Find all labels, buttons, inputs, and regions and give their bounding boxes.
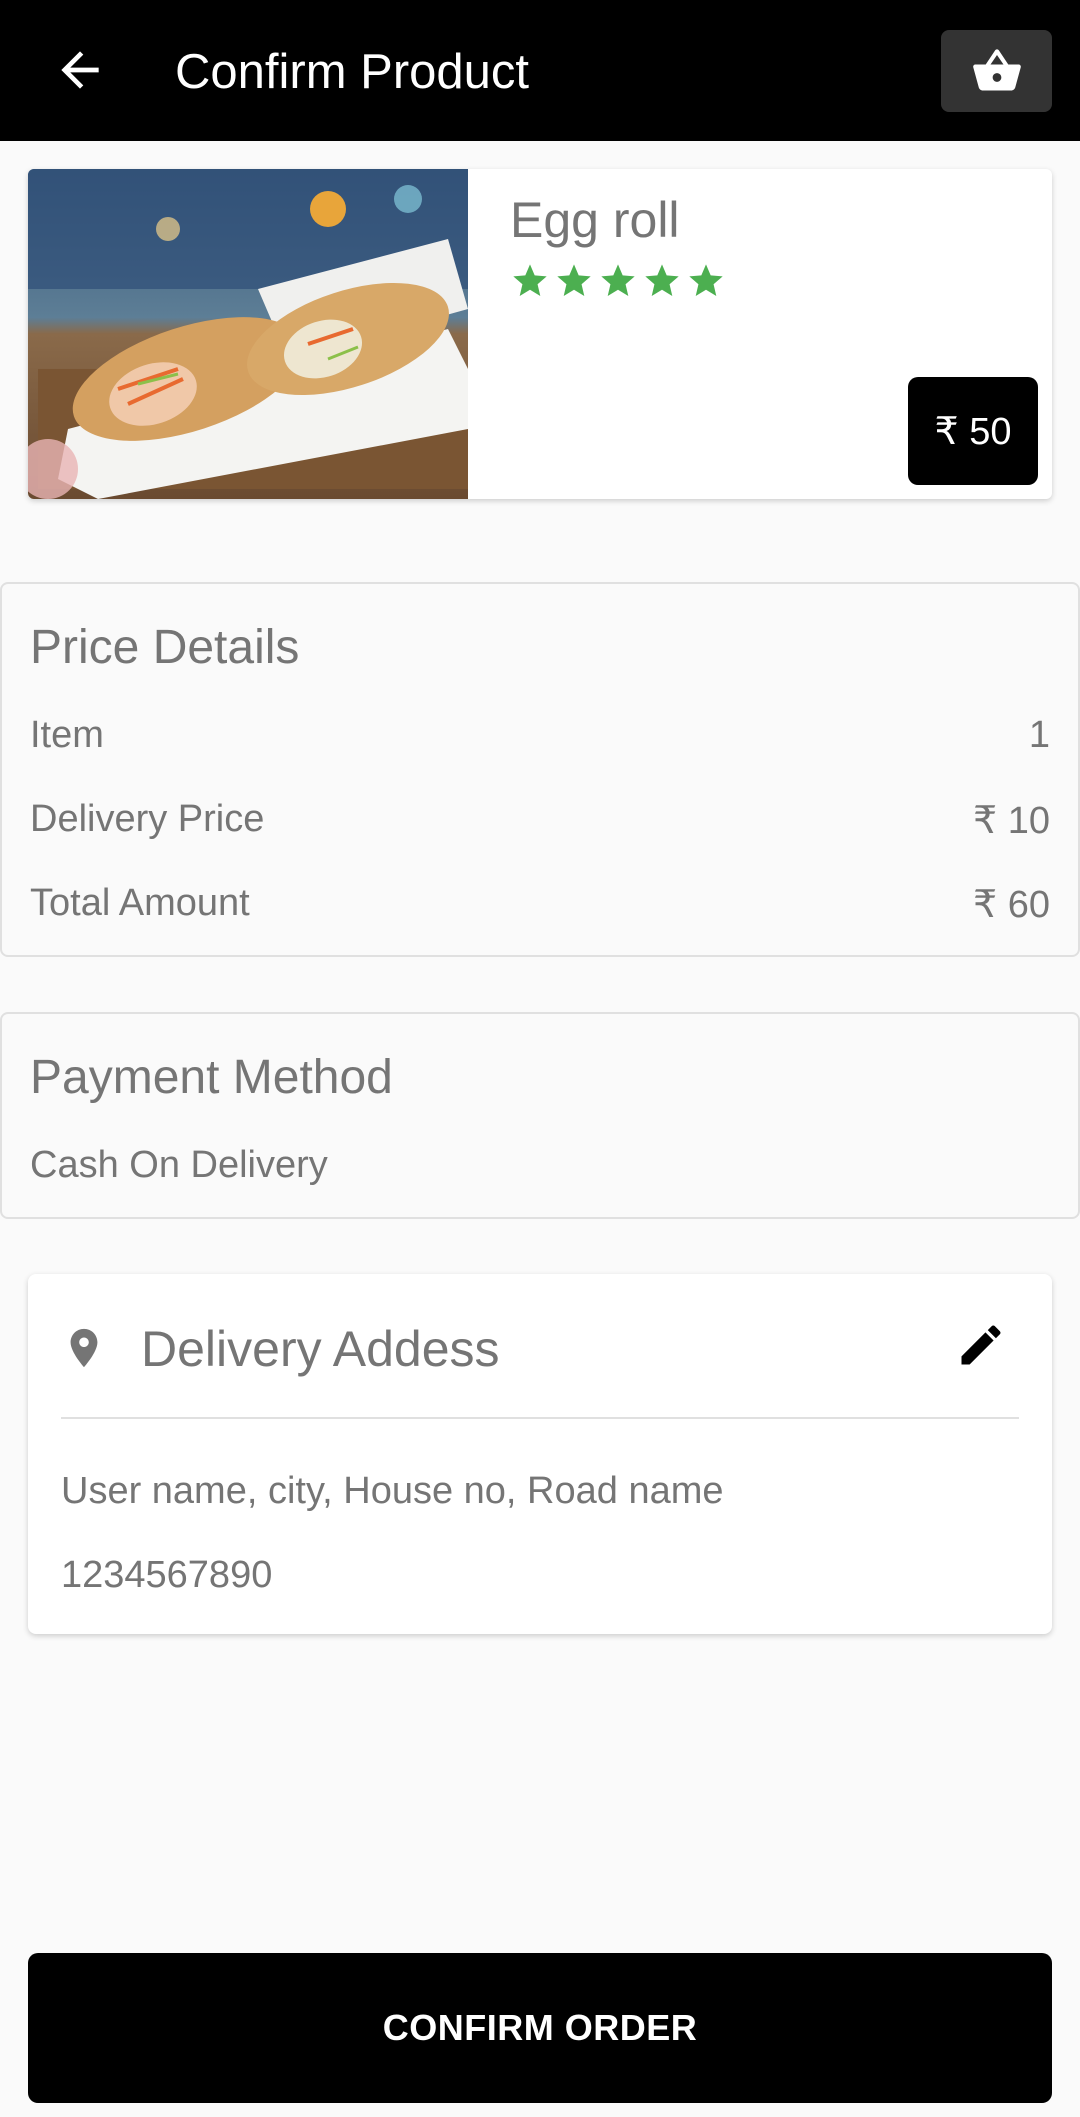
star-icon xyxy=(513,264,547,296)
price-row-label: Delivery Price xyxy=(30,798,265,840)
location-pin-icon xyxy=(70,1328,98,1368)
star-icon xyxy=(557,264,591,296)
star-icon xyxy=(601,264,635,296)
app-bar: Confirm Product xyxy=(0,0,1080,141)
edit-pencil-icon xyxy=(961,1325,1001,1365)
price-row-label: Item xyxy=(30,714,104,756)
price-row-value: ₹ 60 xyxy=(972,884,1050,926)
star-icon xyxy=(645,264,679,296)
address-text: User name, city, House no, Road name xyxy=(61,1470,724,1512)
product-name: Egg roll xyxy=(510,192,680,248)
edit-address-button[interactable] xyxy=(948,1312,1014,1378)
star-icon xyxy=(689,264,723,296)
back-button[interactable] xyxy=(40,30,120,110)
price-row-value: 1 xyxy=(1028,714,1050,756)
delivery-address-card: Delivery Addess User name, city, House n… xyxy=(28,1274,1052,1634)
price-row-value: ₹ 10 xyxy=(972,800,1050,842)
page-title: Confirm Product xyxy=(175,45,530,99)
product-rating xyxy=(510,261,726,301)
price-badge: ₹ 50 xyxy=(908,377,1038,485)
product-card[interactable]: Egg roll ₹ 50 xyxy=(28,169,1052,499)
delivery-address-title: Delivery Addess xyxy=(141,1321,500,1377)
confirm-order-button[interactable]: CONFIRM ORDER xyxy=(28,1953,1052,2103)
price-row-label: Total Amount xyxy=(30,882,250,924)
arrow-back-icon xyxy=(61,51,99,89)
payment-method-value: Cash On Delivery xyxy=(30,1144,328,1186)
address-divider xyxy=(61,1417,1019,1419)
price-details-title: Price Details xyxy=(30,621,300,674)
payment-method-title: Payment Method xyxy=(30,1051,393,1104)
address-phone: 1234567890 xyxy=(61,1554,273,1596)
product-image xyxy=(28,169,468,499)
shopping-basket-icon xyxy=(972,49,1021,91)
price-details-panel: Price Details Item 1 Delivery Price ₹ 10… xyxy=(0,582,1080,957)
payment-method-panel: Payment Method Cash On Delivery xyxy=(0,1012,1080,1219)
cart-button[interactable] xyxy=(941,30,1052,112)
